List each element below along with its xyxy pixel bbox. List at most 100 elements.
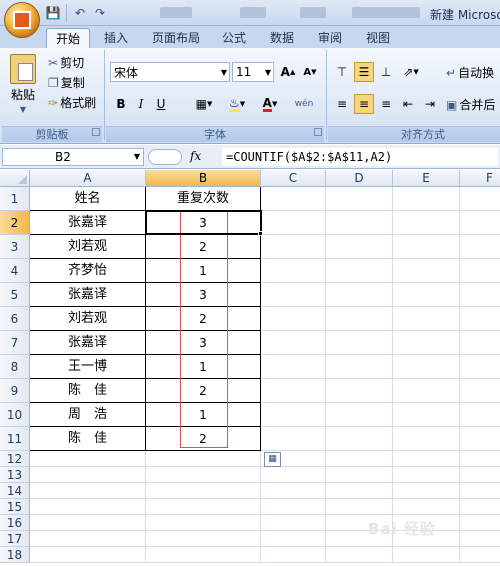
empty-cell[interactable] [261, 259, 326, 283]
row-header[interactable]: 10 [0, 403, 30, 427]
formula-input[interactable]: =COUNTIF($A$2:$A$11,A2) [222, 148, 498, 166]
row-header[interactable]: 9 [0, 379, 30, 403]
name-box[interactable]: B2 ▼ [2, 148, 144, 166]
empty-cell[interactable] [393, 547, 460, 563]
paste-button[interactable]: 粘贴 ▼ [10, 54, 36, 114]
tab-insert[interactable]: 插入 [98, 28, 134, 48]
empty-cell[interactable] [261, 483, 326, 499]
italic-button[interactable]: I [132, 94, 150, 114]
empty-cell[interactable] [261, 379, 326, 403]
table-cell[interactable]: 1 [146, 355, 261, 379]
empty-cell[interactable] [146, 531, 261, 547]
formula-controls[interactable] [148, 149, 182, 165]
empty-cell[interactable] [261, 515, 326, 531]
empty-cell[interactable] [261, 235, 326, 259]
align-top-button[interactable]: ⊤ [332, 62, 352, 82]
tab-formulas[interactable]: 公式 [216, 28, 252, 48]
align-bottom-button[interactable]: ⊥ [376, 62, 396, 82]
empty-cell[interactable] [30, 451, 146, 467]
worksheet-grid[interactable]: A B C D E F 1 姓名 重复次数 2 张嘉译 3 3 刘若观 2 4 齐梦怡 1 5 张嘉译 3 6… [0, 170, 500, 566]
font-size-select[interactable]: 11 ▼ [232, 62, 274, 82]
row-header[interactable]: 2 [0, 211, 30, 235]
empty-cell[interactable] [261, 187, 326, 211]
empty-cell[interactable] [460, 379, 500, 403]
empty-cell[interactable] [460, 515, 500, 531]
underline-button[interactable]: U [152, 94, 170, 114]
table-cell[interactable]: 刘若观 [30, 307, 146, 331]
empty-cell[interactable] [261, 403, 326, 427]
wrap-text-button[interactable]: ↵ 自动换 [446, 64, 494, 81]
empty-cell[interactable] [30, 483, 146, 499]
empty-cell[interactable] [261, 427, 326, 451]
empty-cell[interactable] [326, 451, 393, 467]
table-cell[interactable]: 张嘉译 [30, 283, 146, 307]
row-header[interactable]: 1 [0, 187, 30, 211]
table-cell[interactable]: 王一博 [30, 355, 146, 379]
bold-button[interactable]: B [112, 94, 130, 114]
empty-cell[interactable] [460, 235, 500, 259]
empty-cell[interactable] [460, 211, 500, 235]
fill-handle[interactable] [258, 231, 263, 236]
table-cell[interactable]: 周 浩 [30, 403, 146, 427]
column-header-f[interactable]: F [460, 170, 500, 187]
empty-cell[interactable] [146, 515, 261, 531]
align-center-button[interactable]: ≡ [354, 94, 374, 114]
table-cell[interactable]: 2 [146, 235, 261, 259]
empty-cell[interactable] [146, 467, 261, 483]
table-cell[interactable]: 3 [146, 283, 261, 307]
table-header-cell[interactable]: 姓名 [30, 187, 146, 211]
empty-cell[interactable] [460, 547, 500, 563]
font-name-select[interactable]: 宋体 ▼ [110, 62, 230, 82]
table-cell[interactable]: 2 [146, 427, 261, 451]
empty-cell[interactable] [393, 403, 460, 427]
empty-cell[interactable] [146, 547, 261, 563]
dialog-launcher-icon[interactable] [314, 128, 322, 136]
shrink-font-button[interactable]: A ▼ [300, 62, 320, 82]
empty-cell[interactable] [30, 531, 146, 547]
empty-cell[interactable] [460, 427, 500, 451]
empty-cell[interactable] [460, 531, 500, 547]
empty-cell[interactable] [393, 483, 460, 499]
empty-cell[interactable] [393, 499, 460, 515]
empty-cell[interactable] [460, 355, 500, 379]
empty-cell[interactable] [393, 331, 460, 355]
orientation-button[interactable]: ⇗ ▼ [398, 62, 424, 82]
row-header[interactable]: 16 [0, 515, 30, 531]
empty-cell[interactable] [393, 235, 460, 259]
empty-cell[interactable] [326, 427, 393, 451]
table-cell[interactable]: 2 [146, 379, 261, 403]
table-cell[interactable]: 张嘉译 [30, 211, 146, 235]
empty-cell[interactable] [393, 467, 460, 483]
table-cell[interactable]: 3 [146, 331, 261, 355]
empty-cell[interactable] [460, 451, 500, 467]
fx-icon[interactable]: fx [190, 149, 201, 163]
row-header[interactable]: 5 [0, 283, 30, 307]
undo-icon[interactable]: ↶ [71, 4, 89, 22]
office-button[interactable] [4, 2, 40, 38]
empty-cell[interactable] [326, 355, 393, 379]
empty-cell[interactable] [261, 283, 326, 307]
empty-cell[interactable] [326, 283, 393, 307]
empty-cell[interactable] [460, 499, 500, 515]
save-icon[interactable]: 💾 [44, 4, 62, 22]
empty-cell[interactable] [261, 331, 326, 355]
tab-view[interactable]: 视图 [360, 28, 396, 48]
empty-cell[interactable] [146, 451, 261, 467]
empty-cell[interactable] [460, 187, 500, 211]
tab-review[interactable]: 审阅 [312, 28, 348, 48]
align-right-button[interactable]: ≡ [376, 94, 396, 114]
empty-cell[interactable] [393, 427, 460, 451]
table-cell[interactable]: 2 [146, 307, 261, 331]
row-header[interactable]: 13 [0, 467, 30, 483]
increase-indent-button[interactable]: ⇥ [420, 94, 440, 114]
dialog-launcher-icon[interactable] [92, 128, 100, 136]
empty-cell[interactable] [393, 355, 460, 379]
empty-cell[interactable] [261, 467, 326, 483]
empty-cell[interactable] [393, 187, 460, 211]
empty-cell[interactable] [30, 467, 146, 483]
cut-button[interactable]: ✂ 剪切 [48, 54, 84, 71]
table-cell[interactable]: 刘若观 [30, 235, 146, 259]
redo-icon[interactable]: ↷ [91, 4, 109, 22]
empty-cell[interactable] [326, 259, 393, 283]
row-header[interactable]: 6 [0, 307, 30, 331]
